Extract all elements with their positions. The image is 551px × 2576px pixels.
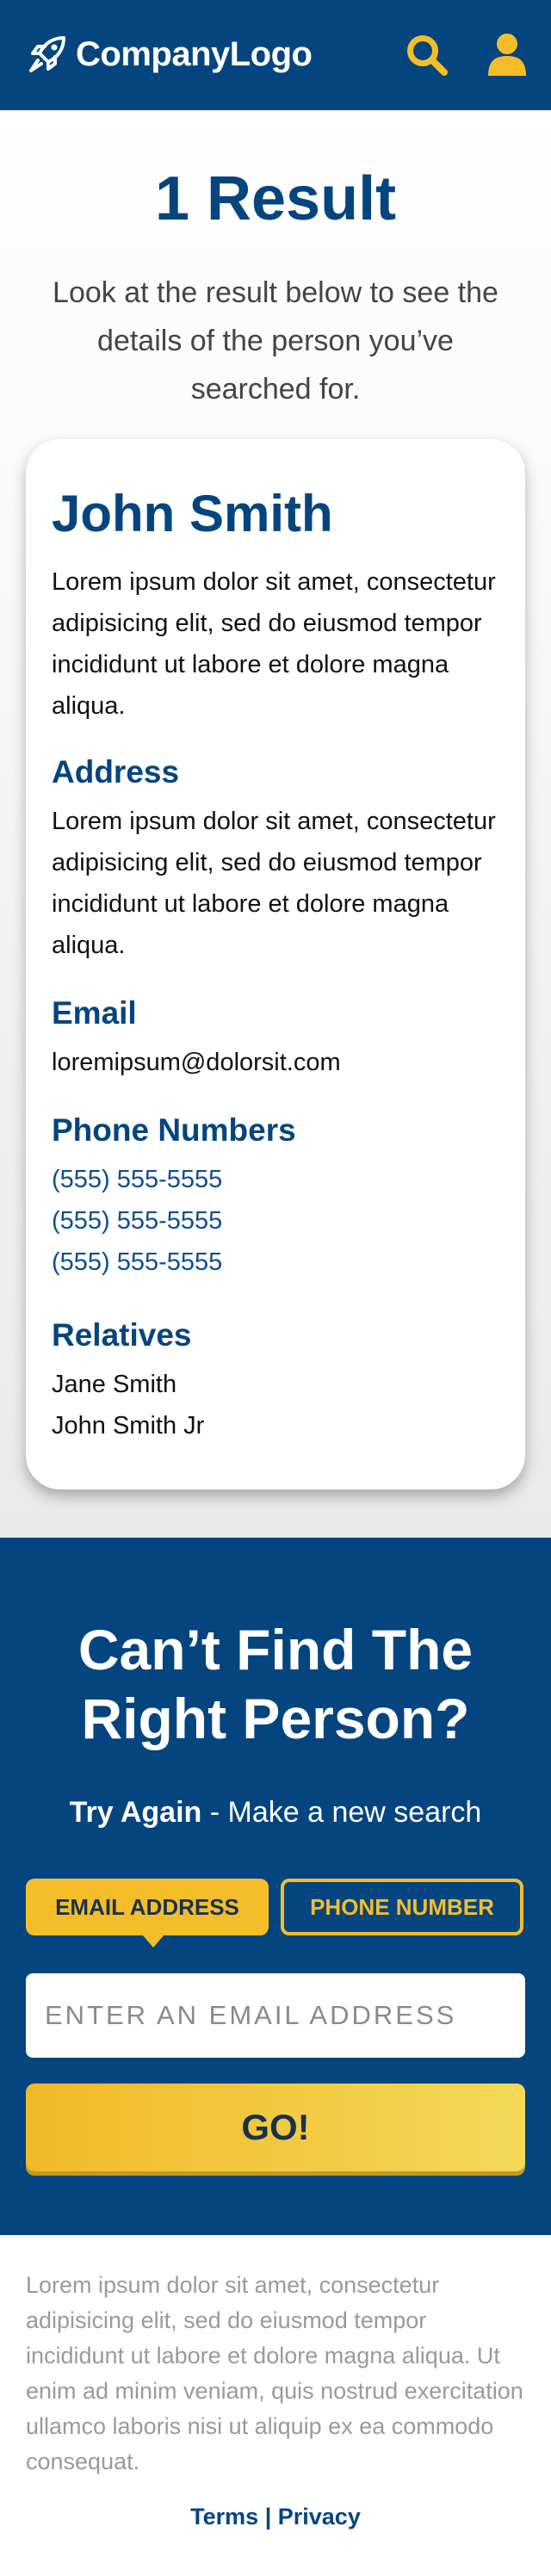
privacy-link[interactable]: Privacy [278,2504,361,2530]
terms-link[interactable]: Terms [190,2504,258,2530]
site-footer: Lorem ipsum dolor sit amet, consectetur … [0,2235,551,2576]
logo-text: CompanyLogo [76,34,313,73]
footer-text: Lorem ipsum dolor sit amet, consectetur … [26,2272,523,2474]
footer-separator: | [258,2504,278,2530]
tab-phone-number[interactable]: PHONE NUMBER [281,1879,523,1935]
address-heading: Address [52,754,180,790]
go-button[interactable]: GO! [26,2084,525,2171]
search-icon[interactable] [403,31,451,79]
results-description: Look at the result below to see the deta… [53,276,498,406]
new-search-section: Can’t Find The Right Person? Try Again -… [0,1538,551,2235]
relatives-heading: Relatives [52,1317,192,1353]
company-logo[interactable]: CompanyLogo [26,33,313,76]
tab-email-address[interactable]: EMAIL ADDRESS [26,1879,269,1947]
user-icon[interactable] [484,31,530,77]
phone-numbers-heading: Phone Numbers [52,1112,296,1148]
email-heading: Email [52,995,137,1031]
phone-number-link[interactable]: (555) 555-5555 [52,1242,222,1283]
address-text: Lorem ipsum dolor sit amet, consectetur … [52,808,496,959]
search-title: Can’t Find The Right Person? [77,1618,474,1750]
person-name: John Smith [52,485,333,542]
person-card: John Smith Lorem ipsum dolor sit amet, c… [26,439,525,1489]
search-subtitle-rest: - Make a new search [201,1796,482,1829]
site-header: CompanyLogo [0,0,551,110]
relative-name: Jane Smith [52,1371,177,1398]
rocket-icon [29,36,65,72]
results-section: 1 Result Look at the result below to see… [0,110,551,1538]
relative-name: John Smith Jr [52,1412,205,1440]
results-title: 1 Result [154,164,397,233]
search-subtitle: Try Again - Make a new search [0,1796,551,1830]
person-intro: Lorem ipsum dolor sit amet, consectetur … [52,568,496,720]
try-again-label: Try Again [69,1796,202,1829]
email-value: loremipsum@dolorsit.com [52,1049,341,1076]
footer-links: Terms | Privacy [0,2504,551,2530]
phone-number-link[interactable]: (555) 555-5555 [52,1159,222,1200]
phone-number-link[interactable]: (555) 555-5555 [52,1200,222,1242]
email-input[interactable] [26,1973,525,2058]
